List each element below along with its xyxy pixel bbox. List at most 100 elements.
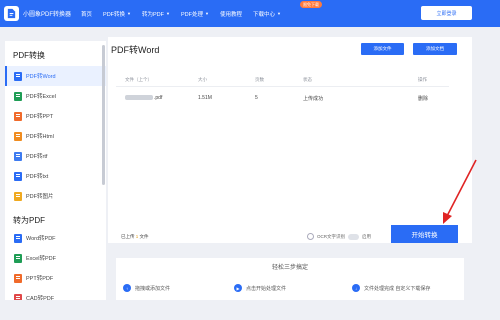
step-3: ↓ 文件处理完成 自定义下载保存 [352,284,430,292]
nav-pdf-process[interactable]: PDF处理 ▼ [181,10,209,18]
nav-home[interactable]: 首页 [81,10,92,18]
nav-pdf-convert[interactable]: PDF转换 ▼ [103,10,131,18]
table-header: 文件（上个） 大小 页数 状态 操作 [116,74,449,87]
ocr-toggle[interactable] [348,233,359,240]
file-type-icon [14,151,22,161]
nav-tutorial[interactable]: 使用教程 [220,10,242,18]
blurred-filename [125,95,153,101]
nav-home-label: 首页 [81,11,93,18]
ocr-label: OCR文字识别 [317,233,345,239]
sidebar-item-label: CAD转PDF [26,296,55,300]
sidebar-item-label: Excel转PDF [26,256,56,262]
sidebar-item-label: PDF转Word [26,74,56,80]
file-type-icon [14,273,22,283]
file-name: .pdf [116,95,198,101]
top-navigation-bar: 小圆象PDF转换器 首页 PDF转换 ▼ 转为PDF ▼ PDF处理 ▼ 使用教程 下… [0,0,500,27]
file-type-icon [14,191,22,201]
nav-download-center-label: 下载中心 [253,11,276,18]
ocr-switch-label: 启用 [362,233,371,239]
file-type-icon [14,131,22,141]
download-icon: ↓ [352,284,360,292]
nav-pdf-process-label: PDF处理 [181,11,204,18]
file-type-icon [14,293,22,300]
sidebar-item-label: PDF转图片 [26,194,54,200]
step-1-label: 拖拽或添加文件 [135,285,171,292]
sidebar-section-title-to-pdf: 转为PDF [13,216,45,225]
logo[interactable]: 小圆象PDF转换器 [4,6,71,21]
chevron-down-icon: ▼ [277,11,281,16]
process-icon: ▶ [234,284,242,292]
file-type-icon [14,171,22,181]
login-button[interactable]: 立即登录 [421,6,472,20]
logo-icon [4,6,19,21]
step-3-label: 文件处理完成 自定义下载保存 [364,285,431,292]
file-type-icon [14,253,22,263]
nav-tutorial-label: 使用教程 [219,11,242,18]
sidebar-item-label: PDF转PPT [26,114,54,120]
sidebar-scrollbar[interactable] [102,45,105,185]
file-type-icon [14,91,22,101]
sidebar-pdf-convert-item-5[interactable]: PDF转txt [5,166,106,186]
col-header-status: 状态 [303,77,312,82]
file-pages: 5 [255,95,258,101]
file-type-icon [14,111,22,121]
main-nav: 首页 PDF转换 ▼ 转为PDF ▼ PDF处理 ▼ 使用教程 下载中心 ▼ [81,10,292,18]
upload-count-prefix: 已上传 [121,234,135,239]
add-file-button[interactable]: 添加文件 [361,43,404,55]
sidebar-item-label: PDF转rtf [26,154,48,160]
sidebar-section-title-pdf-convert: PDF转换 [13,51,45,60]
chevron-down-icon: ▼ [166,11,170,16]
sidebar: PDF转换 PDF转Word PDF转Excel PDF转PPT PDF转Html PD… [5,41,106,300]
sidebar-to-pdf-item-1[interactable]: Excel转PDF [5,248,106,268]
delete-link[interactable]: 删除 [418,95,449,102]
ocr-option: OCR文字识别 启用 [307,233,371,240]
steps-title: 轻松三步搞定 [271,265,308,271]
upload-count-number: 1 [135,234,139,239]
upload-icon: ↑ [123,284,131,292]
upload-count: 已上传 1 文件 [121,234,149,240]
sidebar-to-pdf-item-0[interactable]: Word转PDF [5,228,106,248]
file-status: 上传成功 [303,95,324,102]
nav-to-pdf[interactable]: 转为PDF ▼ [142,10,170,18]
file-extension: .pdf [154,95,163,101]
sidebar-pdf-convert-item-1[interactable]: PDF转Excel [5,86,106,106]
sidebar-to-pdf-item-3[interactable]: CAD转PDF [5,288,106,300]
col-header-file: 文件（上个） [125,77,152,82]
step-2: ▶ 点击开始处理文件 [234,284,286,292]
step-2-label: 点击开始处理文件 [246,285,287,292]
chevron-down-icon: ▼ [127,11,132,16]
upload-count-suffix: 文件 [139,234,149,239]
sidebar-list-to-pdf: Word转PDF Excel转PDF PPT转PDF CAD转PDF [5,228,106,300]
table-row: .pdf 1.51M 5 上传成功 删除 [116,87,449,109]
steps-panel: 轻松三步搞定 ↑ 拖拽或添加文件 ▶ 点击开始处理文件 ↓ 文件处理完成 自定义… [116,258,464,300]
sidebar-item-label: PDF转Html [26,134,54,140]
chevron-down-icon: ▼ [205,11,209,16]
ocr-radio[interactable] [307,233,314,240]
nav-download-center[interactable]: 下载中心 ▼ [253,10,281,18]
sidebar-item-label: Word转PDF [26,236,56,242]
sidebar-pdf-convert-item-4[interactable]: PDF转rtf [5,146,106,166]
sidebar-pdf-convert-item-0[interactable]: PDF转Word [5,66,106,86]
file-type-icon [14,71,22,81]
hot-badge: 限免下载 [300,1,322,8]
sidebar-pdf-convert-item-6[interactable]: PDF转图片 [5,186,106,206]
sidebar-item-label: PPT转PDF [26,276,54,282]
col-header-action: 操作 [418,77,427,82]
main-panel: PDF转Word 添加文件 添加文档 文件（上个） 大小 页数 状态 操作 .p… [108,37,472,243]
sidebar-list-pdf-convert: PDF转Word PDF转Excel PDF转PPT PDF转Html PDF转rtf P… [5,66,106,206]
sidebar-pdf-convert-item-2[interactable]: PDF转PPT [5,106,106,126]
col-header-size: 大小 [198,77,207,82]
nav-to-pdf-label: 转为PDF [142,11,165,18]
file-type-icon [14,233,22,243]
col-header-pages: 页数 [255,77,264,82]
sidebar-item-label: PDF转txt [26,174,49,180]
start-convert-button[interactable]: 开始转换 [391,225,458,243]
nav-pdf-convert-label: PDF转换 [103,11,126,18]
sidebar-item-label: PDF转Excel [26,94,56,100]
logo-text: 小圆象PDF转换器 [23,12,72,18]
sidebar-pdf-convert-item-3[interactable]: PDF转Html [5,126,106,146]
sidebar-to-pdf-item-2[interactable]: PPT转PDF [5,268,106,288]
step-1: ↑ 拖拽或添加文件 [123,284,170,292]
add-folder-button[interactable]: 添加文档 [413,43,457,55]
file-size: 1.51M [198,95,212,101]
